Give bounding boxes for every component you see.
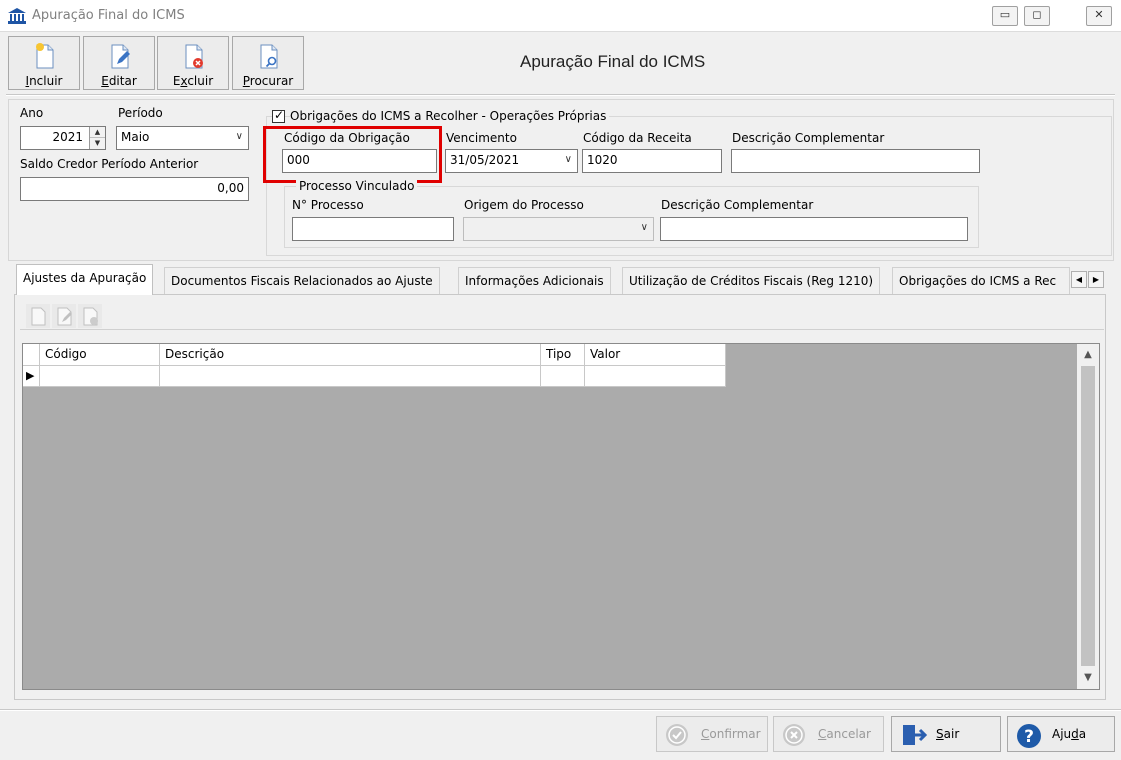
column-header-valor[interactable]: Valor [585,344,726,366]
scroll-thumb[interactable] [1081,366,1095,666]
grid-add-button[interactable] [26,304,50,328]
maximize-button[interactable]: ◻ [1024,6,1050,26]
chevron-down-icon[interactable]: ∨ [565,154,572,165]
check-circle-icon [666,724,688,746]
svg-text:?: ? [1024,727,1034,747]
ano-label: Ano [20,106,44,120]
delete-document-icon [185,44,203,69]
ajuda-label: Ajuda [1052,727,1087,741]
close-icon: ✕ [1094,8,1104,21]
window-title: Apuração Final do ICMS [32,8,185,23]
spin-down-icon[interactable]: ▼ [90,138,105,149]
checkmark-icon: ✓ [274,108,285,122]
table-cell-codigo[interactable] [40,366,160,387]
origem-processo-select[interactable]: ∨ [463,217,654,241]
ajuda-button[interactable]: ? Ajuda [1007,716,1115,752]
editar-button[interactable]: Editar [83,36,155,90]
periodo-select[interactable]: Maio ∨ [116,126,249,150]
vencimento-value: 31/05/2021 [450,153,520,167]
incluir-button[interactable]: Incluir [8,36,80,90]
descricao-complementar-input[interactable] [731,149,980,173]
highlight-box [263,126,442,183]
tab-obrigacoes-icms[interactable]: Obrigações do ICMS a Rec [892,267,1070,294]
grid-delete-button[interactable] [78,304,102,328]
scroll-down-icon[interactable]: ▼ [1077,667,1099,689]
excluir-button[interactable]: Excluir [157,36,229,90]
saldo-value: 0,00 [217,181,244,195]
cancelar-label: Cancelar [818,727,871,741]
form-title: Apuração Final do ICMS [520,52,706,71]
ano-value: 2021 [52,130,83,144]
tab-informacoes-adicionais[interactable]: Informações Adicionais [458,267,611,294]
processo-descricao-label: Descrição Complementar [661,198,814,212]
saldo-input[interactable]: 0,00 [20,177,249,201]
help-icon: ? [1017,724,1041,748]
minimize-button[interactable]: ▭ [992,6,1018,26]
column-header-tipo[interactable]: Tipo [541,344,585,366]
descricao-complementar-label: Descrição Complementar [732,131,885,145]
origem-processo-label: Origem do Processo [464,198,584,212]
saldo-label: Saldo Credor Período Anterior [20,157,199,171]
new-document-icon [36,43,54,69]
edit-document-icon [111,44,130,69]
tab-scroll-left-icon[interactable]: ◀ [1071,271,1087,288]
sair-button[interactable]: Sair [891,716,1001,752]
column-header-descricao[interactable]: Descrição [160,344,541,366]
chevron-down-icon: ∨ [640,222,648,233]
vencimento-label: Vencimento [446,131,517,145]
periodo-value: Maio [121,130,150,144]
exit-door-icon [903,725,928,745]
delete-document-icon [83,307,98,326]
codigo-receita-value: 1020 [587,153,618,167]
procurar-label: Procurar [242,74,294,88]
tab-utilizacao-creditos[interactable]: Utilização de Créditos Fiscais (Reg 1210… [622,267,881,294]
table-cell-descricao[interactable] [160,366,541,387]
grid-vertical-scrollbar[interactable]: ▲ ▼ [1077,344,1099,689]
grid-edit-button[interactable] [52,304,76,328]
vencimento-date-picker[interactable]: 31/05/2021 ∨ [445,149,578,173]
cancel-circle-icon [783,724,805,746]
minimize-icon: ▭ [999,8,1011,21]
column-header-codigo[interactable]: Código [40,344,160,366]
numero-processo-label: N° Processo [292,198,364,212]
scroll-up-icon[interactable]: ▲ [1077,344,1099,366]
incluir-label: Incluir [25,74,63,88]
cancelar-button[interactable]: Cancelar [773,716,884,752]
tab-documentos-fiscais[interactable]: Documentos Fiscais Relacionados ao Ajust… [164,267,440,294]
edit-document-icon [57,307,72,326]
codigo-receita-label: Código da Receita [583,131,692,145]
numero-processo-input[interactable] [292,217,454,241]
table-cell-tipo[interactable] [541,366,585,387]
periodo-label: Período [118,106,163,120]
table-cell-valor[interactable] [585,366,726,387]
editar-label: Editar [101,74,137,88]
confirmar-label: Confirmar [701,727,761,741]
procurar-button[interactable]: Procurar [232,36,304,90]
codigo-receita-input[interactable]: 1020 [582,149,722,173]
grid-toolbar [20,302,1104,330]
footer-separator [0,709,1121,711]
row-indicator-icon: ▶ [23,366,40,387]
spin-up-icon[interactable]: ▲ [90,127,105,138]
ano-spin-input[interactable]: 2021 ▲ ▼ [20,126,106,150]
search-document-icon [260,44,278,69]
processo-group-label: Processo Vinculado [296,179,418,193]
new-document-icon [31,307,46,326]
close-button[interactable]: ✕ [1086,6,1112,26]
data-grid [22,343,1100,690]
confirmar-button[interactable]: Confirmar [656,716,768,752]
obrigacoes-checkbox[interactable]: ✓ [272,108,285,123]
bank-icon [8,8,26,24]
maximize-icon: ◻ [1032,8,1042,21]
grid-corner [23,344,40,366]
tab-ajustes-apuracao[interactable]: Ajustes da Apuração [16,264,154,295]
ano-spinner[interactable]: ▲ ▼ [89,127,105,149]
toolbar-separator [6,94,1115,96]
sair-label: Sair [936,727,960,741]
obrigacoes-group-label: Obrigações do ICMS a Recolher - Operaçõe… [290,109,610,123]
chevron-down-icon: ∨ [235,131,243,142]
tab-scroll-right-icon[interactable]: ▶ [1088,271,1104,288]
excluir-label: Excluir [172,74,214,88]
processo-descricao-input[interactable] [660,217,968,241]
